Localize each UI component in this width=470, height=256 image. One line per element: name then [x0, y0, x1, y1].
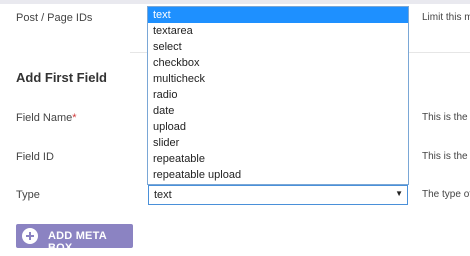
top-border: [0, 0, 470, 4]
option-multicheck[interactable]: multicheck: [148, 71, 408, 87]
option-slider[interactable]: slider: [148, 135, 408, 151]
option-textarea[interactable]: textarea: [148, 23, 408, 39]
type-label: Type: [16, 189, 40, 201]
field-id-help: This is the u: [422, 151, 470, 162]
type-help: The type of: [422, 189, 470, 200]
field-name-label: Field Name*: [16, 112, 77, 124]
post-ids-help: Limit this m: [422, 12, 470, 23]
type-dropdown-list[interactable]: text textarea select checkbox multicheck…: [147, 6, 409, 185]
plus-circle-icon: [22, 228, 38, 244]
option-repeatable-upload[interactable]: repeatable upload: [148, 167, 408, 183]
option-checkbox[interactable]: checkbox: [148, 55, 408, 71]
option-date[interactable]: date: [148, 103, 408, 119]
option-text[interactable]: text: [148, 7, 408, 23]
field-id-label: Field ID: [16, 151, 54, 163]
option-select[interactable]: select: [148, 39, 408, 55]
type-select[interactable]: text ▼: [148, 185, 408, 205]
type-select-value: text: [154, 189, 172, 201]
caret-down-icon: ▼: [395, 189, 403, 198]
option-upload[interactable]: upload: [148, 119, 408, 135]
section-title: Add First Field: [16, 70, 107, 85]
add-meta-box-label: ADD META BOX: [48, 230, 107, 254]
field-name-help: This is the n: [422, 112, 470, 123]
option-radio[interactable]: radio: [148, 87, 408, 103]
required-mark: *: [72, 112, 77, 124]
add-meta-box-button[interactable]: ADD META BOX: [16, 224, 133, 254]
post-ids-label: Post / Page IDs: [16, 12, 93, 24]
field-name-label-text: Field Name: [16, 112, 73, 124]
option-repeatable[interactable]: repeatable: [148, 151, 408, 167]
